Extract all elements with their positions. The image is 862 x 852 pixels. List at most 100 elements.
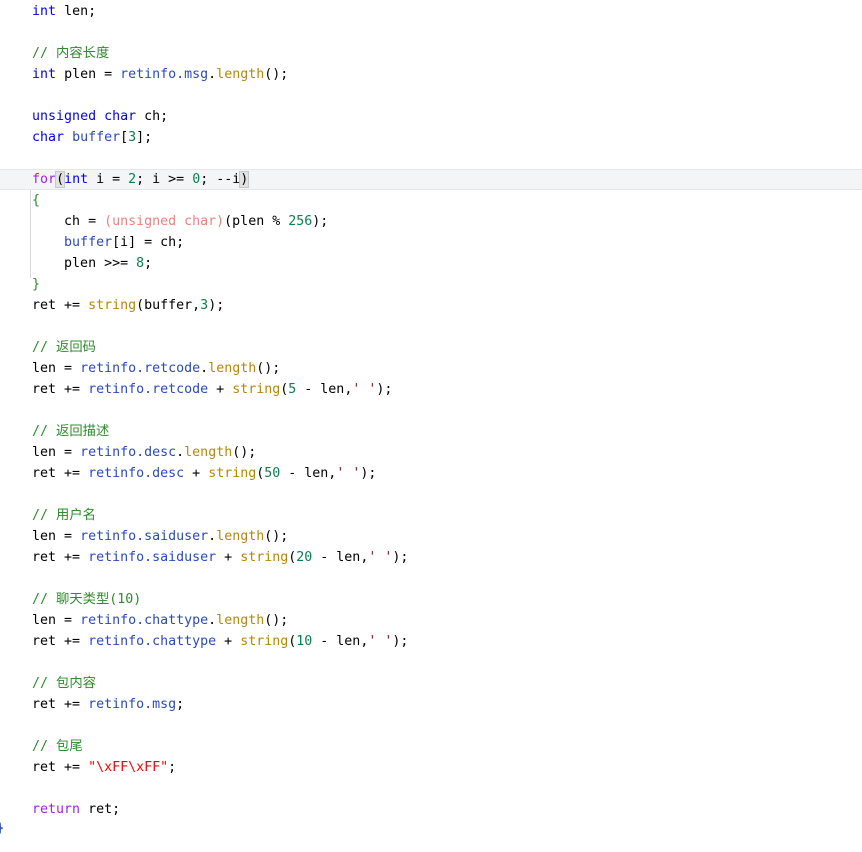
code-line[interactable]: ch = (unsigned char)(plen % 256);: [0, 211, 862, 232]
token-comment: // 包内容: [32, 676, 96, 691]
code-line-empty[interactable]: [0, 652, 862, 673]
token-number: 50: [264, 466, 281, 481]
token-dot: .: [176, 445, 185, 460]
token-char-literal: ' ': [336, 466, 361, 481]
token-member: retinfo.msg: [120, 67, 209, 82]
token-number: 8: [136, 256, 145, 271]
token-function: length: [184, 445, 233, 460]
code-line[interactable]: // 返回描述: [0, 421, 862, 442]
token-number: 256: [288, 214, 313, 229]
token-plain: len;: [56, 4, 97, 19]
token-plain: ch;: [136, 109, 169, 124]
code-line[interactable]: // 内容长度: [0, 43, 862, 64]
code-line[interactable]: return ret;: [0, 799, 862, 820]
token-plain: i =: [88, 172, 129, 187]
token-keyword: unsigned char: [32, 109, 137, 124]
token-function: length: [208, 361, 257, 376]
token-function: string: [240, 550, 289, 565]
code-line[interactable]: plen >>= 8;: [0, 253, 862, 274]
token-matching-paren-open: (: [55, 171, 66, 188]
token-function: string: [88, 298, 137, 313]
token-number: 10: [296, 634, 313, 649]
code-line-empty[interactable]: [0, 820, 862, 841]
token-plain: ret +=: [32, 550, 89, 565]
code-line[interactable]: len = retinfo.saiduser.length();: [0, 526, 862, 547]
token-number: 3: [200, 298, 209, 313]
token-plain: ;: [168, 760, 177, 775]
code-editor[interactable]: int len; // 内容长度 int plen = retinfo.msg.…: [0, 0, 862, 852]
token-function: string: [240, 634, 289, 649]
token-char-literal: ' ': [368, 550, 393, 565]
code-line-empty[interactable]: [0, 715, 862, 736]
code-line-empty[interactable]: [0, 85, 862, 106]
code-line[interactable]: ret += retinfo.desc + string(50 - len,' …: [0, 463, 862, 484]
token-plain: ();: [232, 445, 257, 460]
code-line[interactable]: ret += retinfo.saiduser + string(20 - le…: [0, 547, 862, 568]
code-line[interactable]: ret += retinfo.chattype + string(10 - le…: [0, 631, 862, 652]
token-comment: // 返回描述: [32, 424, 110, 439]
token-bracket: ];: [136, 130, 153, 145]
token-char-literal: ' ': [368, 634, 393, 649]
code-line[interactable]: buffer[i] = ch;: [0, 232, 862, 253]
token-plain: ret +=: [32, 466, 89, 481]
code-line[interactable]: // 用户名: [0, 505, 862, 526]
code-line[interactable]: ret += retinfo.retcode + string(5 - len,…: [0, 379, 862, 400]
code-line[interactable]: len = retinfo.chattype.length();: [0, 610, 862, 631]
token-plain: plen >>=: [64, 256, 137, 271]
token-keyword: int: [32, 67, 57, 82]
token-comment: // 内容长度: [32, 46, 110, 61]
token-function: length: [216, 67, 265, 82]
code-content[interactable]: int len; // 内容长度 int plen = retinfo.msg.…: [0, 0, 862, 841]
token-dot: .: [208, 529, 217, 544]
token-dot: .: [208, 67, 217, 82]
code-line[interactable]: // 返回码: [0, 337, 862, 358]
code-line-empty[interactable]: [0, 778, 862, 799]
code-line[interactable]: // 包内容: [0, 673, 862, 694]
token-member: buffer: [72, 130, 121, 145]
token-comment: // 用户名: [32, 508, 96, 523]
code-line-empty[interactable]: [0, 316, 862, 337]
code-line[interactable]: unsigned char ch;: [0, 106, 862, 127]
token-control-keyword: return: [32, 802, 81, 817]
code-line-empty[interactable]: [0, 22, 862, 43]
code-line[interactable]: {: [0, 190, 862, 211]
token-member: retinfo.desc: [80, 445, 177, 460]
token-plain: ch =: [64, 214, 105, 229]
code-line[interactable]: int plen = retinfo.msg.length();: [0, 64, 862, 85]
code-line-current[interactable]: for(int i = 2; i >= 0; --i): [0, 169, 862, 190]
token-plain: len =: [32, 529, 81, 544]
token-plain: ;: [144, 256, 153, 271]
token-plain: (plen %: [224, 214, 289, 229]
code-line[interactable]: int len;: [0, 1, 862, 22]
code-line[interactable]: char buffer[3];: [0, 127, 862, 148]
token-plain: - len,: [280, 466, 337, 481]
token-char-literal: ' ': [352, 382, 377, 397]
code-line-empty[interactable]: [0, 400, 862, 421]
token-member: retinfo.chattype: [80, 613, 209, 628]
code-line-empty[interactable]: [0, 148, 862, 169]
token-brace-open: {: [32, 193, 41, 208]
token-member: retinfo.retcode: [88, 382, 209, 397]
token-plain: );: [208, 298, 225, 313]
token-plain: +: [216, 634, 241, 649]
token-plain: plen =: [56, 67, 121, 82]
code-line[interactable]: // 聊天类型(10): [0, 589, 862, 610]
code-line-empty[interactable]: [0, 568, 862, 589]
code-line[interactable]: len = retinfo.retcode.length();: [0, 358, 862, 379]
code-line[interactable]: ret += retinfo.msg;: [0, 694, 862, 715]
code-line[interactable]: ret += string(buffer,3);: [0, 295, 862, 316]
code-line-empty[interactable]: [0, 484, 862, 505]
token-function: length: [216, 529, 265, 544]
code-line[interactable]: ret += "\xFF\xFF";: [0, 757, 862, 778]
token-brace-close: }: [32, 277, 41, 292]
code-line[interactable]: }: [0, 274, 862, 295]
token-keyword: int: [32, 4, 57, 19]
token-comment: // 包尾: [32, 739, 83, 754]
code-line[interactable]: len = retinfo.desc.length();: [0, 442, 862, 463]
token-plain: +: [208, 382, 233, 397]
token-plain: );: [392, 634, 409, 649]
code-line[interactable]: // 包尾: [0, 736, 862, 757]
token-plain: );: [360, 466, 377, 481]
token-member: retinfo.msg: [88, 697, 177, 712]
